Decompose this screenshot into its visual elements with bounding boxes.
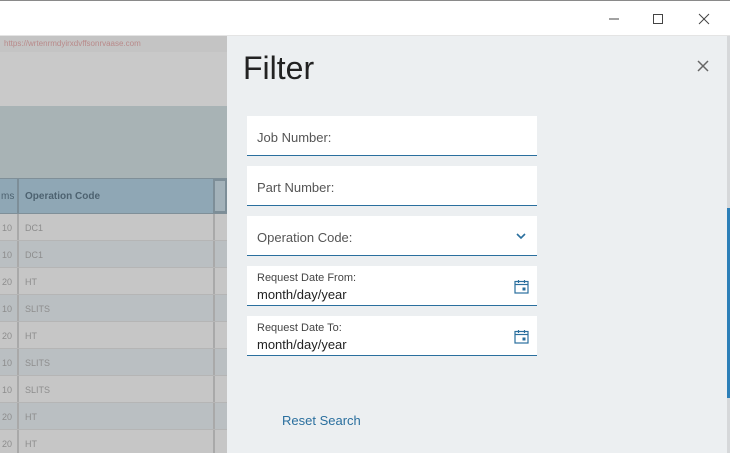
background-header <box>0 52 227 106</box>
table-cell: 20 <box>0 322 19 348</box>
filter-close-button[interactable] <box>693 58 713 78</box>
table-cell: 10 <box>0 241 19 267</box>
calendar-icon[interactable] <box>513 328 529 344</box>
table-cell: 20 <box>0 268 19 294</box>
table-cell: 10 <box>0 214 19 240</box>
table-row: 10 SLITS <box>0 376 227 403</box>
background-toolbar <box>0 106 227 178</box>
background-table: ms Operation Code 10 DC1 10 DC1 20 HT 10 SLI… <box>0 178 227 453</box>
chevron-down-icon <box>513 228 529 244</box>
reset-search-link[interactable]: Reset Search <box>282 413 361 428</box>
table-row: 20 HT <box>0 430 227 453</box>
table-cell: HT <box>19 268 215 294</box>
operation-code-label: Operation Code: <box>257 230 353 245</box>
table-cell: DC1 <box>19 214 215 240</box>
table-row: 10 DC1 <box>0 214 227 241</box>
table-cell: SLITS <box>19 349 215 375</box>
calendar-icon[interactable] <box>513 278 529 294</box>
part-number-label: Part Number: <box>257 180 335 195</box>
job-number-field[interactable]: Job Number: <box>247 116 537 156</box>
close-icon <box>697 59 709 77</box>
job-number-label: Job Number: <box>257 130 332 145</box>
table-row: 10 DC1 <box>0 241 227 268</box>
request-date-from-label: Request Date From: <box>257 272 357 284</box>
window-close-button[interactable] <box>682 3 726 35</box>
filter-panel: Filter Job Number: Part Number: Operatio… <box>227 36 727 453</box>
filter-title: Filter <box>243 50 315 86</box>
part-number-field[interactable]: Part Number: <box>247 166 537 206</box>
table-cell: 10 <box>0 349 19 375</box>
table-cell: HT <box>19 430 215 453</box>
table-cell: 20 <box>0 403 19 429</box>
table-header-col1: ms <box>0 179 19 213</box>
maximize-icon <box>652 13 664 25</box>
operation-code-select[interactable]: Operation Code: <box>247 216 537 256</box>
request-date-from-field[interactable]: Request Date From: month/day/year <box>247 266 537 306</box>
table-header-operation-code: Operation Code <box>19 179 215 213</box>
minimize-icon <box>608 13 620 25</box>
table-row: 20 HT <box>0 322 227 349</box>
minimize-button[interactable] <box>592 3 636 35</box>
request-date-to-value: month/day/year <box>257 337 347 352</box>
close-icon <box>698 13 710 25</box>
window-title-bar <box>0 0 730 36</box>
request-date-to-field[interactable]: Request Date To: month/day/year <box>247 316 537 356</box>
table-header: ms Operation Code <box>0 178 227 214</box>
table-row: 10 SLITS <box>0 349 227 376</box>
table-header-col3 <box>215 179 227 213</box>
table-row: 20 HT <box>0 268 227 295</box>
table-cell: SLITS <box>19 376 215 402</box>
table-cell: DC1 <box>19 241 215 267</box>
background-app: https://wrtenrmdyirxdvffsonrvaase.com ms… <box>0 36 227 453</box>
request-date-to-label: Request Date To: <box>257 322 342 334</box>
maximize-button[interactable] <box>636 3 680 35</box>
table-cell: HT <box>19 403 215 429</box>
table-row: 10 SLITS <box>0 295 227 322</box>
table-row: 20 HT <box>0 403 227 430</box>
request-date-from-value: month/day/year <box>257 287 347 302</box>
table-cell: SLITS <box>19 295 215 321</box>
background-url: https://wrtenrmdyirxdvffsonrvaase.com <box>4 39 141 48</box>
table-cell: 10 <box>0 376 19 402</box>
table-cell: 10 <box>0 295 19 321</box>
table-cell: 20 <box>0 430 19 453</box>
table-cell: HT <box>19 322 215 348</box>
